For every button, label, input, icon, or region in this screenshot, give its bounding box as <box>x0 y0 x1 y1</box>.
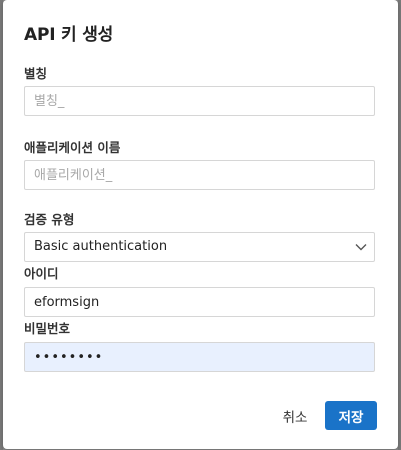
cancel-button[interactable]: 취소 <box>275 402 315 430</box>
auth-type-selected: Basic authentication <box>34 239 168 254</box>
auth-type-label: 검증 유형 <box>24 212 75 227</box>
chevron-down-icon <box>355 244 367 251</box>
app-name-label: 애플리케이션 이름 <box>24 140 121 155</box>
user-id-input[interactable] <box>24 287 375 317</box>
create-api-key-dialog: API 키 생성 별칭 애플리케이션 이름 검증 유형 Basic authen… <box>3 0 398 449</box>
auth-type-select[interactable]: Basic authentication <box>24 232 375 262</box>
password-input[interactable] <box>24 342 375 372</box>
save-button[interactable]: 저장 <box>325 401 377 430</box>
dialog-title: API 키 생성 <box>24 25 114 45</box>
app-name-input[interactable] <box>24 160 375 190</box>
user-id-label: 아이디 <box>24 266 59 281</box>
alias-label: 별칭 <box>24 66 48 81</box>
password-label: 비밀번호 <box>24 321 71 336</box>
alias-input[interactable] <box>24 86 375 116</box>
